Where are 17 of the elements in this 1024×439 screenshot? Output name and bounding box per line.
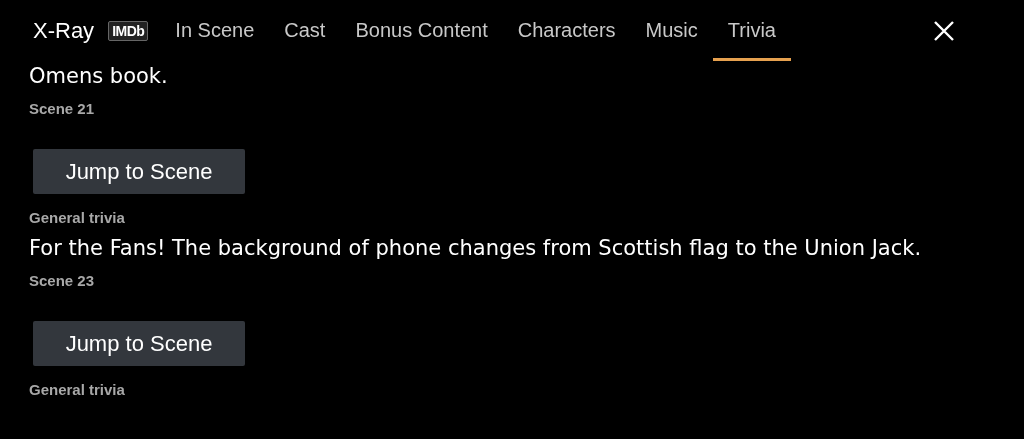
jump-to-scene-button[interactable]: Jump to Scene — [33, 149, 245, 194]
trivia-category: General trivia — [29, 380, 125, 400]
jump-to-scene-button[interactable]: Jump to Scene — [33, 321, 245, 366]
tab[interactable]: Cast — [269, 1, 341, 61]
scene-label: Scene 21 — [29, 99, 95, 119]
xray-title: X-Ray — [33, 18, 95, 44]
tab[interactable]: In Scene — [160, 1, 270, 61]
scene-label: Scene 23 — [29, 271, 95, 291]
close-icon[interactable] — [933, 20, 955, 42]
tab[interactable]: Music — [630, 1, 713, 61]
tab[interactable]: Characters — [502, 1, 631, 61]
tab[interactable]: Trivia — [712, 1, 791, 61]
trivia-text: Omens book. — [29, 63, 169, 90]
tab[interactable]: Bonus Content — [340, 1, 503, 61]
imdb-logo: IMDb — [108, 21, 149, 41]
trivia-text: For the Fans! The background of phone changes from Scottish flag to the Union Jack. — [29, 235, 923, 262]
trivia-category: General trivia — [29, 208, 125, 228]
